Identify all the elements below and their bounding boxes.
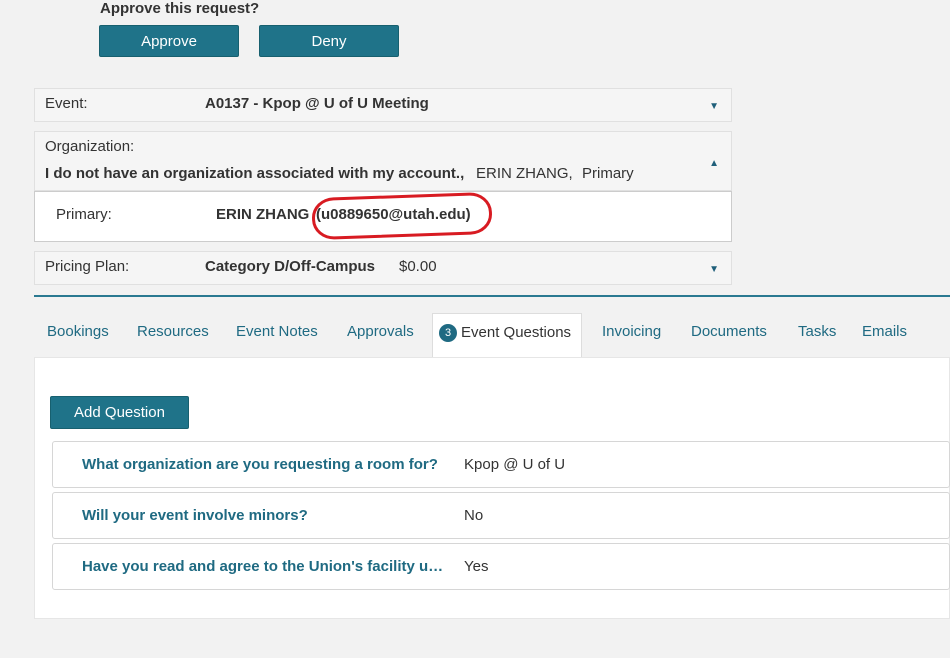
question-answer: Yes [464,558,489,575]
event-row[interactable]: Event: A0137 - Kpop @ U of U Meeting ▼ [34,88,732,122]
question-text: Will your event involve minors? [82,507,308,524]
event-label: Event: [45,95,88,112]
question-answer: No [464,507,484,524]
tab-emails[interactable]: Emails [862,313,907,357]
add-question-button[interactable]: Add Question [50,396,189,429]
pricing-plan: Category D/Off-Campus [205,258,376,275]
tab-tasks[interactable]: Tasks [798,313,836,357]
tab-invoicing[interactable]: Invoicing [602,313,661,357]
approve-button[interactable]: Approve [99,25,239,57]
chevron-up-icon[interactable]: ▲ [709,158,719,169]
approve-request-heading: Approve this request? [100,0,260,17]
question-text: Have you read and agree to the Union's f… [82,558,447,575]
tab-event-notes[interactable]: Event Notes [236,313,318,357]
event-tabs: Bookings Resources Event Notes Approvals… [34,313,950,357]
event-value: A0137 - Kpop @ U of U Meeting [205,95,429,112]
question-text: What organization are you requesting a r… [82,456,438,473]
organization-contact-role: Primary [582,165,634,182]
red-annotation-circle [311,191,493,241]
pricing-label: Pricing Plan: [45,258,130,275]
question-count-badge: 3 [439,324,457,342]
tab-approvals[interactable]: Approvals [347,313,414,357]
chevron-down-icon[interactable]: ▼ [709,264,719,275]
primary-name: ERIN ZHANG [216,206,310,223]
organization-label: Organization: [45,138,135,155]
question-row[interactable]: Have you read and agree to the Union's f… [52,543,950,590]
question-answer: Kpop @ U of U [464,456,566,473]
tab-resources[interactable]: Resources [137,313,209,357]
question-row[interactable]: What organization are you requesting a r… [52,441,950,488]
tab-event-questions-label: Event Questions [461,324,572,341]
tab-documents[interactable]: Documents [691,313,767,357]
organization-contact: ERIN ZHANG, [476,165,573,182]
section-divider [34,295,950,297]
organization-row[interactable]: Organization: I do not have an organizat… [34,131,732,191]
organization-name: I do not have an organization associated… [45,165,465,182]
pricing-row[interactable]: Pricing Plan: Category D/Off-Campus $0.0… [34,251,732,285]
deny-button[interactable]: Deny [259,25,399,57]
tab-bookings[interactable]: Bookings [47,313,109,357]
chevron-down-icon[interactable]: ▼ [709,101,719,112]
primary-label: Primary: [56,206,112,223]
tab-event-questions[interactable]: 3 Event Questions [432,313,583,357]
pricing-amount: $0.00 [399,258,437,275]
question-row[interactable]: Will your event involve minors? No [52,492,950,539]
